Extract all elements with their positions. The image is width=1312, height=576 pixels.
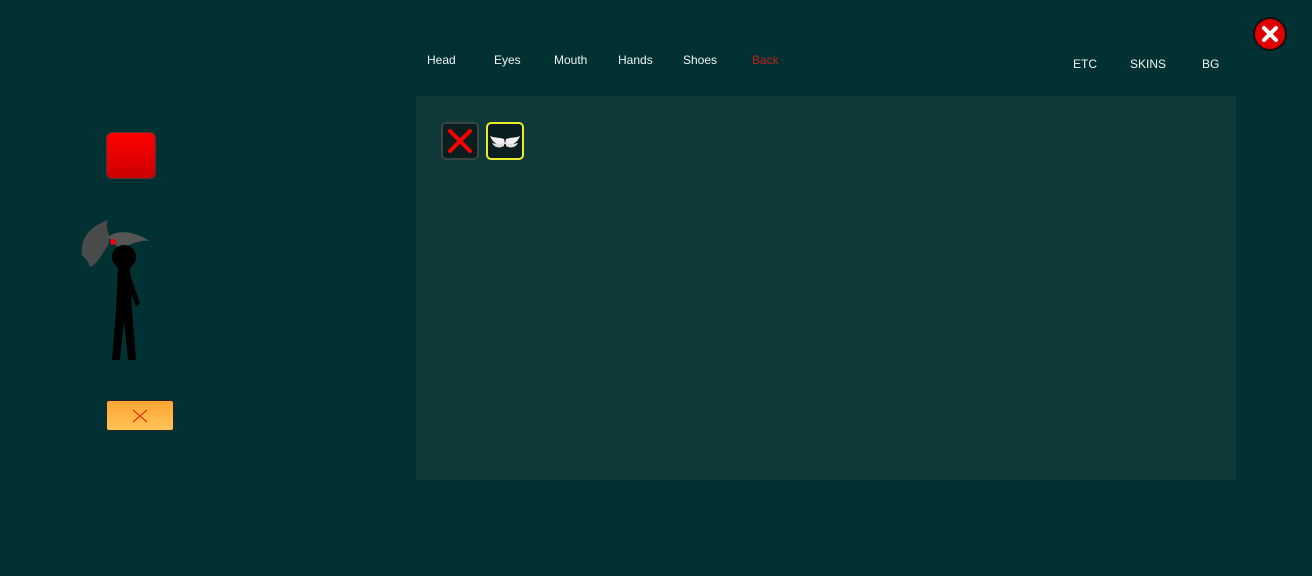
tab-back[interactable]: Back bbox=[752, 53, 779, 67]
x-icon bbox=[132, 409, 148, 422]
items-panel bbox=[416, 96, 1236, 480]
close-button[interactable] bbox=[1253, 17, 1287, 51]
tab-eyes[interactable]: Eyes bbox=[494, 53, 521, 67]
tab-skins[interactable]: SKINS bbox=[1130, 57, 1166, 71]
wings-icon bbox=[490, 136, 520, 148]
item-slot-none[interactable] bbox=[441, 122, 479, 160]
tab-etc[interactable]: ETC bbox=[1073, 57, 1097, 71]
tab-head[interactable]: Head bbox=[427, 53, 456, 67]
tab-shoes[interactable]: Shoes bbox=[683, 53, 717, 67]
none-x-icon bbox=[448, 129, 472, 153]
tab-hands[interactable]: Hands bbox=[618, 53, 653, 67]
tab-bg[interactable]: BG bbox=[1202, 57, 1219, 71]
remove-button[interactable] bbox=[106, 400, 174, 431]
tab-mouth[interactable]: Mouth bbox=[554, 53, 587, 67]
close-icon bbox=[1262, 26, 1278, 42]
color-swatch[interactable] bbox=[106, 132, 156, 179]
item-slot-wings[interactable] bbox=[486, 122, 524, 160]
character-preview bbox=[81, 220, 150, 360]
